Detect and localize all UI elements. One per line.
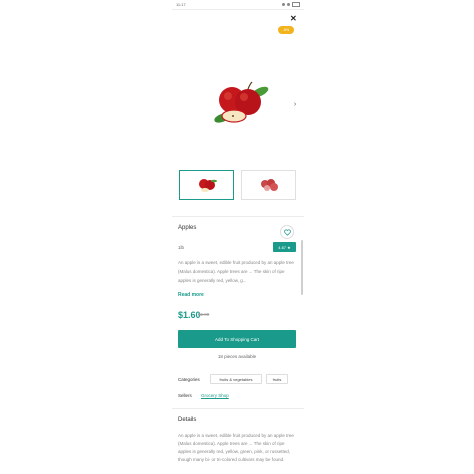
wishlist-heart-shape bbox=[283, 229, 291, 236]
section-divider bbox=[172, 216, 304, 217]
product-name: Apples bbox=[178, 225, 197, 231]
read-more-link[interactable]: Read more bbox=[178, 292, 204, 298]
thumbnail-1[interactable] bbox=[179, 170, 234, 200]
seller-link[interactable]: Grocery Shop bbox=[201, 393, 229, 398]
thumbnail-apple-icon bbox=[198, 179, 217, 192]
product-description: An apple is a sweet, edible fruit produc… bbox=[178, 260, 294, 283]
heart-icon[interactable] bbox=[280, 225, 294, 239]
status-divider bbox=[172, 9, 304, 10]
product-unit: 1lb bbox=[178, 245, 185, 250]
status-bar: 11:17 bbox=[172, 0, 304, 9]
thumbnail-2[interactable] bbox=[241, 170, 296, 200]
add-to-cart-button[interactable]: Add To Shopping Cart bbox=[178, 330, 296, 348]
product-image bbox=[214, 81, 269, 123]
product-old-price: $2.00 bbox=[198, 312, 210, 317]
availability-text: 18 pieces available bbox=[217, 354, 257, 359]
battery-icon bbox=[292, 2, 300, 7]
details-title: Details bbox=[178, 417, 197, 423]
status-time: 11:17 bbox=[176, 2, 186, 7]
status-icons bbox=[282, 2, 300, 7]
category-chip[interactable]: fruits bbox=[266, 374, 288, 384]
sellers-label: Sellers bbox=[178, 393, 192, 398]
scrollbar[interactable] bbox=[301, 240, 303, 295]
category-chip[interactable]: fruits & vegetables bbox=[210, 374, 262, 384]
rating-badge: 4.67 ★ bbox=[273, 242, 296, 252]
product-detail-drawer: 11:17 ✕ -5% › Apples 1lb 4.67 ★ An apple… bbox=[172, 0, 304, 474]
section-divider bbox=[172, 408, 304, 409]
wifi-icon bbox=[287, 3, 290, 6]
signal-icon bbox=[282, 3, 285, 6]
categories-label: Categories bbox=[178, 377, 200, 382]
details-text: An apple is a sweet, edible fruit produc… bbox=[178, 433, 294, 462]
discount-badge: -5% bbox=[278, 26, 294, 34]
chevron-right-icon[interactable]: › bbox=[291, 100, 299, 108]
thumbnail-apple-slices-icon bbox=[260, 179, 278, 191]
close-icon[interactable]: ✕ bbox=[290, 15, 297, 23]
